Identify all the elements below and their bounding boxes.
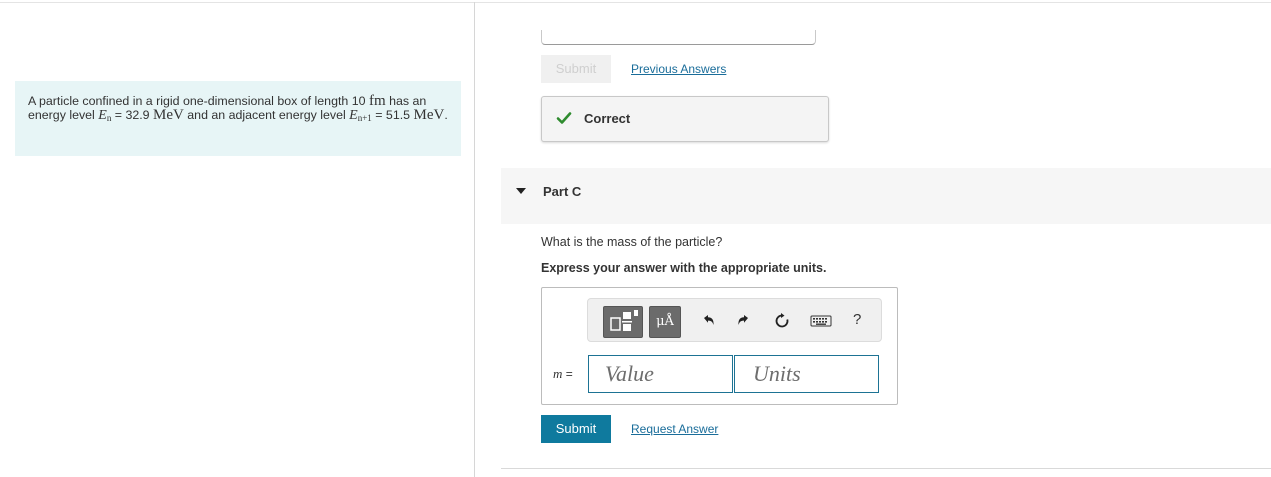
- part-b-submit-button: Submit: [541, 55, 611, 83]
- energy-var: E: [349, 108, 358, 123]
- instruction-text: Express your answer with the appropriate…: [541, 261, 827, 275]
- value-input[interactable]: [588, 355, 733, 393]
- undo-icon[interactable]: [699, 312, 717, 330]
- problem-statement: A particle confined in a rigid one-dimen…: [15, 81, 461, 156]
- problem-text: and an adjacent energy level: [183, 108, 350, 122]
- part-c-title: Part C: [543, 184, 582, 199]
- submit-button[interactable]: Submit: [541, 415, 611, 443]
- energy-level-n: En: [98, 108, 111, 123]
- template-button[interactable]: [603, 306, 643, 338]
- check-icon: [556, 112, 572, 124]
- energy-sub: n+1: [357, 113, 372, 123]
- expand-triangle-icon[interactable]: [516, 188, 526, 194]
- unit-fm: fm: [368, 93, 386, 109]
- problem-text: .: [444, 108, 448, 122]
- math-toolbar: μÅ ?: [587, 298, 882, 342]
- energy-var: E: [98, 108, 107, 123]
- previous-answers-link[interactable]: Previous Answers: [631, 62, 726, 76]
- bottom-rule: [501, 468, 1271, 469]
- redo-icon[interactable]: [735, 312, 753, 330]
- part-c-header[interactable]: Part C: [501, 168, 1271, 224]
- unit-mev: MeV: [413, 107, 445, 123]
- answer-box: μÅ ? m =: [541, 287, 898, 405]
- units-input[interactable]: [734, 355, 879, 393]
- variable-label: m =: [553, 366, 573, 382]
- column-divider: [474, 2, 475, 477]
- template-icon: [610, 310, 638, 331]
- energy-level-n1: En+1: [349, 108, 372, 123]
- correct-label: Correct: [584, 111, 631, 126]
- keyboard-icon[interactable]: [810, 312, 832, 330]
- request-answer-link[interactable]: Request Answer: [631, 422, 718, 436]
- equals-sign: =: [562, 367, 573, 381]
- variable-m: m: [553, 366, 563, 381]
- problem-text: = 32.9: [111, 108, 154, 122]
- question-text: What is the mass of the particle?: [541, 235, 723, 249]
- problem-text: A particle confined in a rigid one-dimen…: [28, 94, 369, 108]
- units-button[interactable]: μÅ: [649, 306, 681, 338]
- top-rule: [0, 2, 1271, 3]
- unit-mev: MeV: [153, 107, 184, 123]
- correct-feedback: Correct: [541, 96, 829, 142]
- help-icon[interactable]: ?: [853, 311, 861, 328]
- reset-icon[interactable]: [773, 312, 791, 330]
- previous-answer-field: [541, 30, 816, 45]
- problem-text: = 51.5: [371, 108, 414, 122]
